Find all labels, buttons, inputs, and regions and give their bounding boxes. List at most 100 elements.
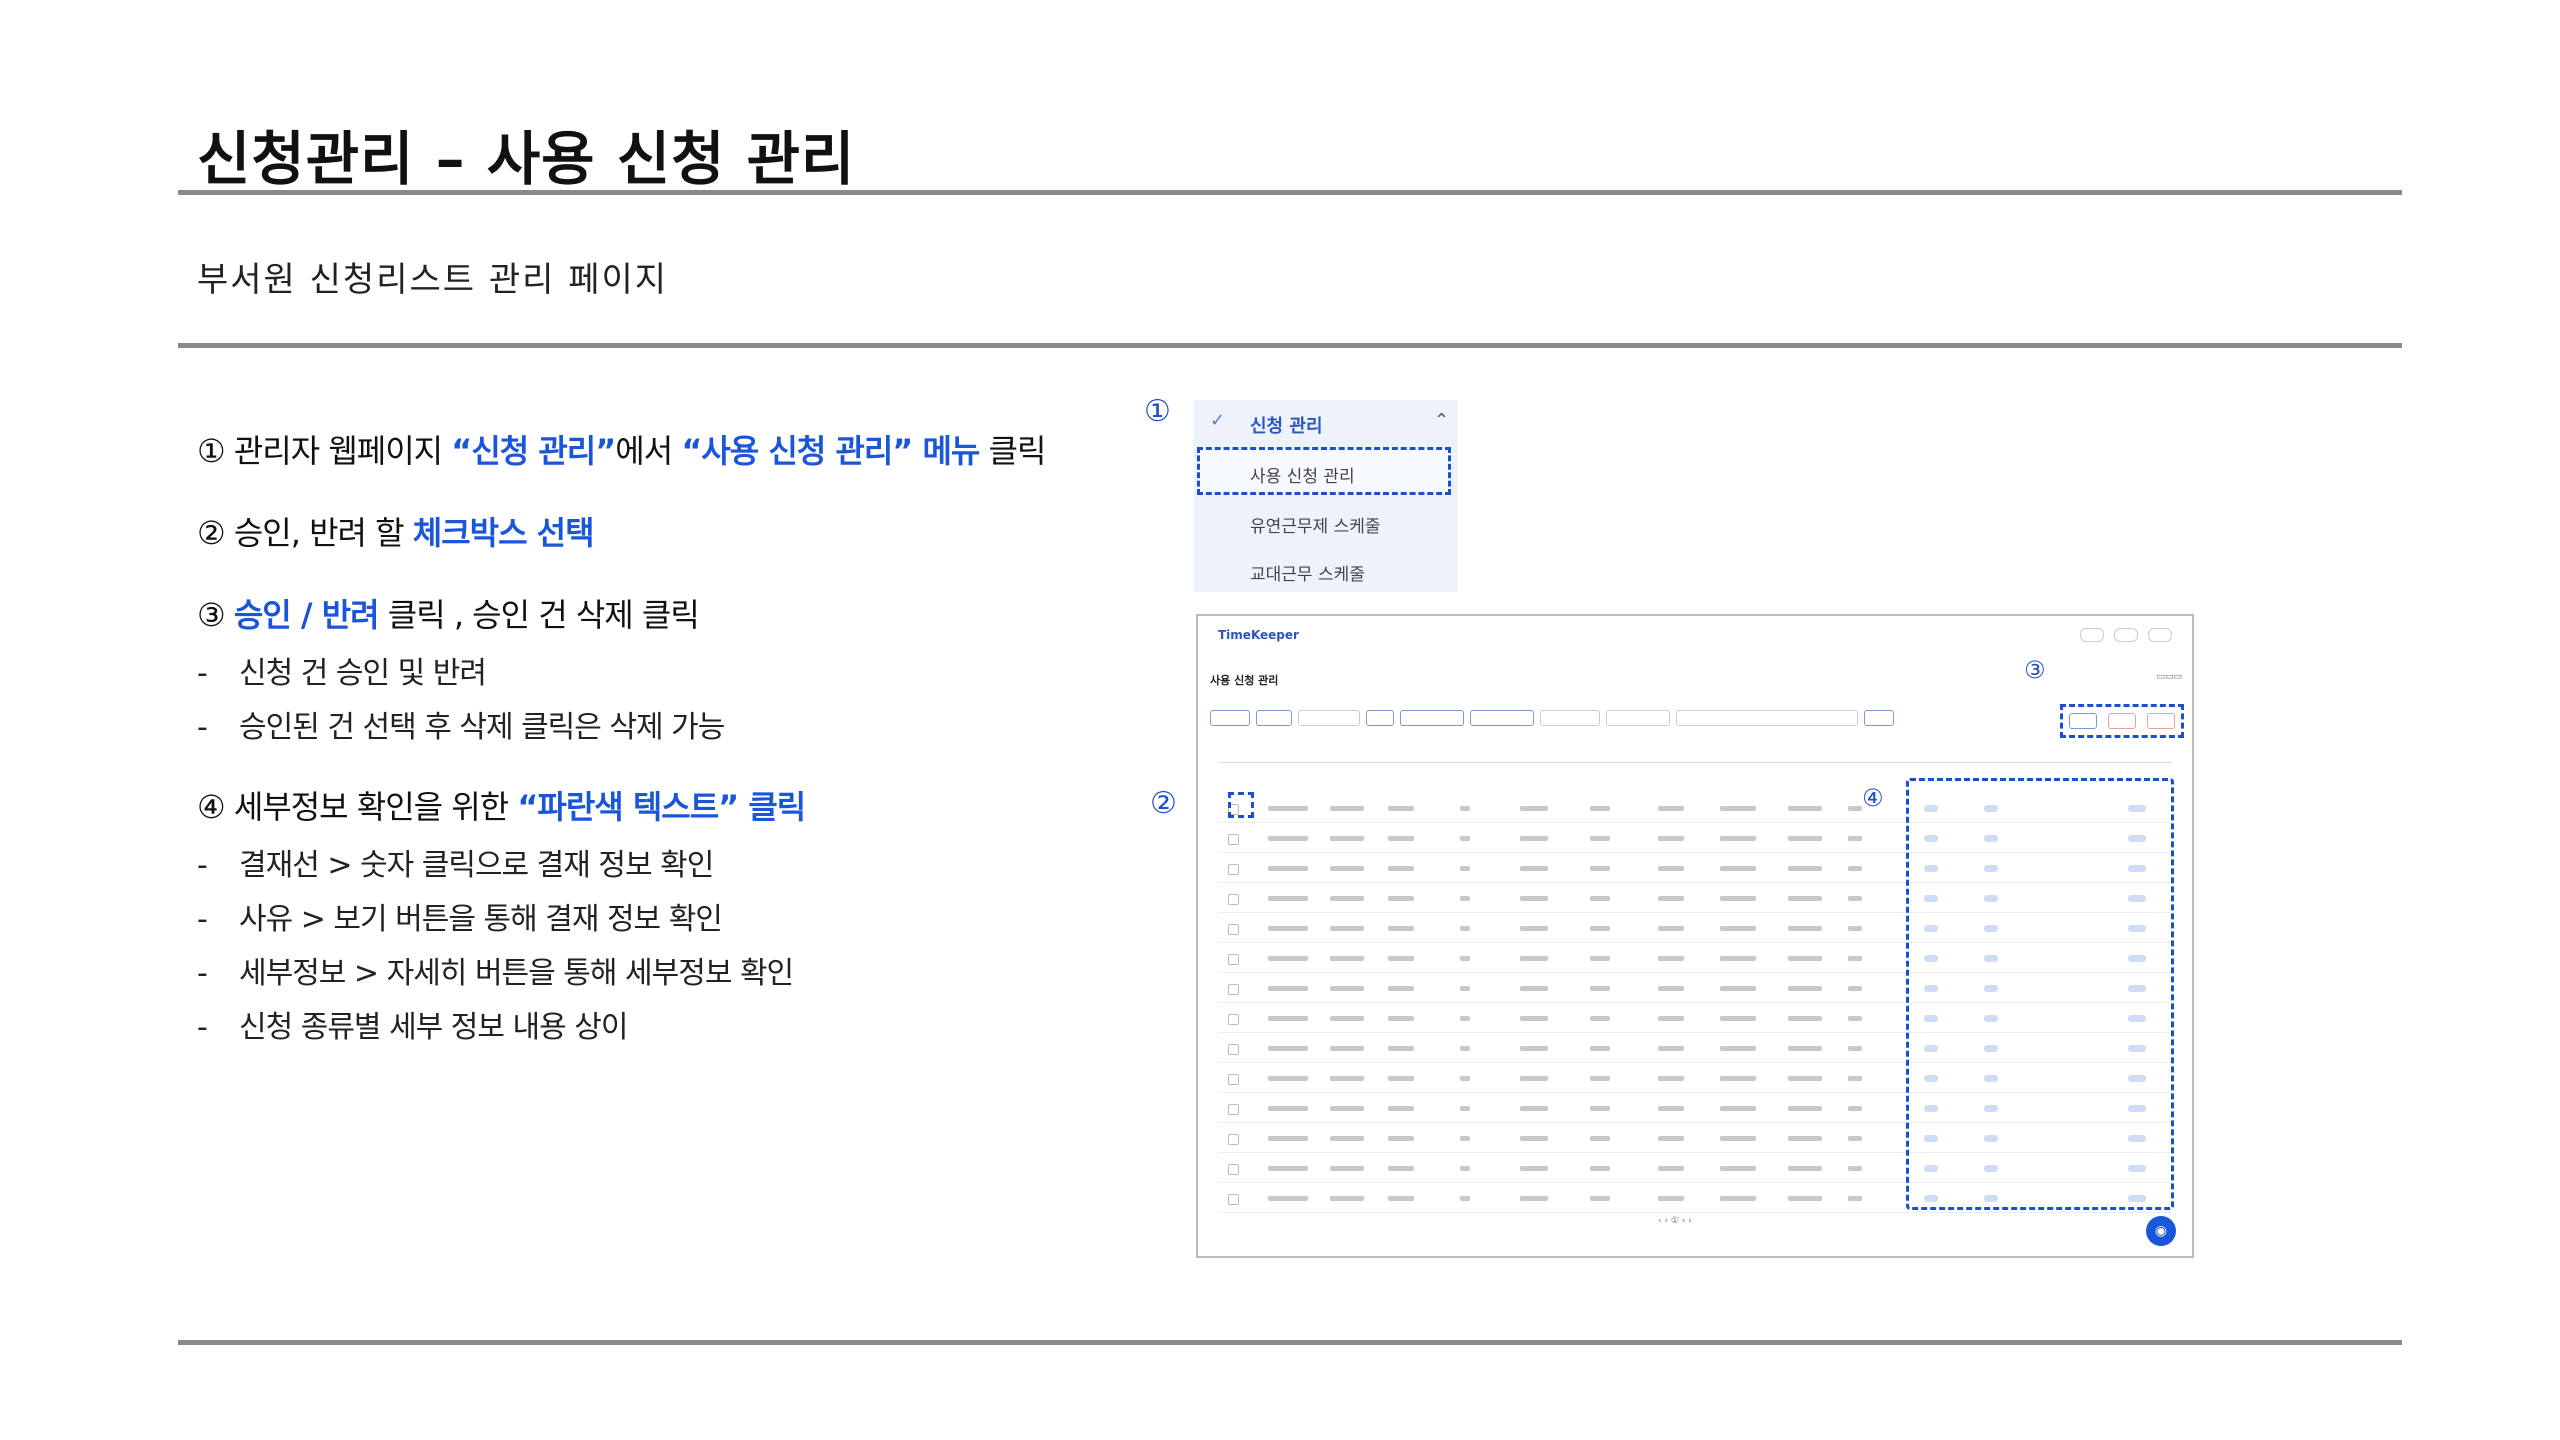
marker-2: ②	[1150, 786, 1177, 821]
filter-btn[interactable]	[1210, 710, 1250, 726]
menu-item-shift-schedule[interactable]: 교대근무 스케줄	[1250, 560, 1365, 585]
table-cell	[1460, 1016, 1470, 1021]
table-cell	[1590, 1016, 1610, 1021]
row-checkbox[interactable]	[1228, 834, 1239, 845]
step-4-text: ④ 세부정보 확인을 위한	[197, 788, 518, 826]
search-input[interactable]	[1676, 710, 1858, 726]
chat-icon[interactable]: ◉	[2146, 1216, 2176, 1246]
table-cell	[1520, 836, 1548, 841]
step-2-highlight: 체크박스 선택	[412, 514, 595, 552]
table-cell	[1658, 1046, 1684, 1051]
table-cell	[1520, 866, 1548, 871]
row-checkbox[interactable]	[1228, 1104, 1239, 1115]
row-checkbox[interactable]	[1228, 924, 1239, 935]
reject-button[interactable]	[2107, 713, 2136, 729]
table-cell	[1330, 1046, 1364, 1051]
filter-select[interactable]	[1540, 710, 1600, 726]
row-checkbox[interactable]	[1228, 864, 1239, 875]
menu-item-flex-schedule[interactable]: 유연근무제 스케줄	[1250, 512, 1381, 537]
table-cell	[1658, 866, 1684, 871]
bullet-4-4: - 신청 종류별 세부 정보 내용 상이	[197, 1010, 628, 1045]
bullet-3-1: - 신청 건 승인 및 반려	[197, 656, 487, 691]
top-btn[interactable]	[2114, 628, 2138, 642]
table-cell	[1788, 1196, 1822, 1201]
table-cell	[1590, 1166, 1610, 1171]
marker-4: ④	[1862, 784, 1884, 812]
step-2: ② 승인, 반려 할 체크박스 선택	[197, 508, 595, 554]
date-input[interactable]	[1470, 710, 1534, 726]
table-cell	[1848, 1046, 1862, 1051]
filter-btn[interactable]	[1366, 710, 1394, 726]
table-cell	[1268, 926, 1308, 931]
row-checkbox[interactable]	[1228, 1194, 1239, 1205]
row-checkbox[interactable]	[1228, 1164, 1239, 1175]
row-checkbox[interactable]	[1228, 954, 1239, 965]
filter-select[interactable]	[1298, 710, 1360, 726]
title-divider	[178, 190, 2402, 195]
row-checkbox[interactable]	[1228, 894, 1239, 905]
table-cell	[1330, 926, 1364, 931]
table-cell	[1788, 1106, 1822, 1111]
table-cell	[1330, 806, 1364, 811]
table-cell	[1460, 926, 1470, 931]
row-checkbox[interactable]	[1228, 1074, 1239, 1085]
excel-download[interactable]: ▭▭▭	[2156, 672, 2182, 682]
row-checkbox[interactable]	[1228, 1014, 1239, 1025]
table-cell	[1848, 1106, 1862, 1111]
app-top-buttons	[2080, 628, 2172, 642]
chevron-up-icon: ⌃	[1434, 410, 1450, 431]
table-cell	[1848, 1196, 1862, 1201]
table-cell	[1590, 926, 1610, 931]
approve-button[interactable]	[2068, 713, 2097, 729]
filter-btn[interactable]	[1256, 710, 1292, 726]
table-cell	[1788, 956, 1822, 961]
table-cell	[1658, 806, 1684, 811]
approve-reject-delete-buttons	[2060, 704, 2184, 738]
table-cell	[1720, 1196, 1756, 1201]
table-cell	[1520, 1136, 1548, 1141]
delete-button[interactable]	[2147, 713, 2176, 729]
table-cell	[1268, 956, 1308, 961]
date-input[interactable]	[1400, 710, 1464, 726]
table-cell	[1658, 1106, 1684, 1111]
page-title: 신청관리 – 사용 신청 관리	[197, 125, 856, 193]
row-checkbox[interactable]	[1228, 1134, 1239, 1145]
bullet-4-1: - 결재선 > 숫자 클릭으로 결재 정보 확인	[197, 848, 714, 883]
row-checkbox[interactable]	[1228, 984, 1239, 995]
menu-item-usage-request[interactable]: 사용 신청 관리	[1250, 462, 1355, 487]
top-btn[interactable]	[2148, 628, 2172, 642]
table-cell	[1460, 896, 1470, 901]
table-cell	[1388, 1106, 1414, 1111]
bullet-text: 신청 종류별 세부 정보 내용 상이	[239, 1010, 628, 1045]
step-3-mid: 클릭 , 승인 건 삭제 클릭	[378, 596, 700, 634]
table-cell	[1848, 986, 1862, 991]
row-checkbox[interactable]	[1228, 1044, 1239, 1055]
table-cell	[1388, 1016, 1414, 1021]
table-cell	[1460, 1076, 1470, 1081]
bullet-text: 승인된 건 선택 후 삭제 클릭은 삭제 가능	[239, 710, 725, 745]
menu-group-application[interactable]: ✓ 신청 관리 ⌃	[1194, 400, 1458, 446]
top-btn[interactable]	[2080, 628, 2104, 642]
step-1-text: ① 관리자 웹페이지	[197, 432, 452, 470]
bullet-text: 사유 > 보기 버튼을 통해 결재 정보 확인	[239, 902, 723, 937]
app-page-title: 사용 신청 관리	[1210, 674, 1279, 687]
table-cell	[1720, 1166, 1756, 1171]
table-cell	[1590, 1076, 1610, 1081]
table-cell	[1848, 1076, 1862, 1081]
search-button[interactable]	[1864, 710, 1894, 726]
menu-group-label: 신청 관리	[1250, 416, 1323, 437]
table-cell	[1388, 896, 1414, 901]
table-cell	[1520, 896, 1548, 901]
table-cell	[1330, 986, 1364, 991]
table-cell	[1590, 896, 1610, 901]
filter-select[interactable]	[1606, 710, 1670, 726]
sidebar-menu: ✓ 신청 관리 ⌃ 사용 신청 관리 유연근무제 스케줄 교대근무 스케줄	[1194, 400, 1458, 592]
table-cell	[1590, 986, 1610, 991]
pagination[interactable]: ‹ ‹ ① › ›	[1658, 1216, 1692, 1226]
table-cell	[1848, 926, 1862, 931]
table-row-divider	[1218, 1212, 2172, 1213]
table-cell	[1388, 1166, 1414, 1171]
bullet-4-2: - 사유 > 보기 버튼을 통해 결재 정보 확인	[197, 902, 723, 937]
bullet-text: 결재선 > 숫자 클릭으로 결재 정보 확인	[239, 848, 714, 883]
table-cell	[1388, 866, 1414, 871]
